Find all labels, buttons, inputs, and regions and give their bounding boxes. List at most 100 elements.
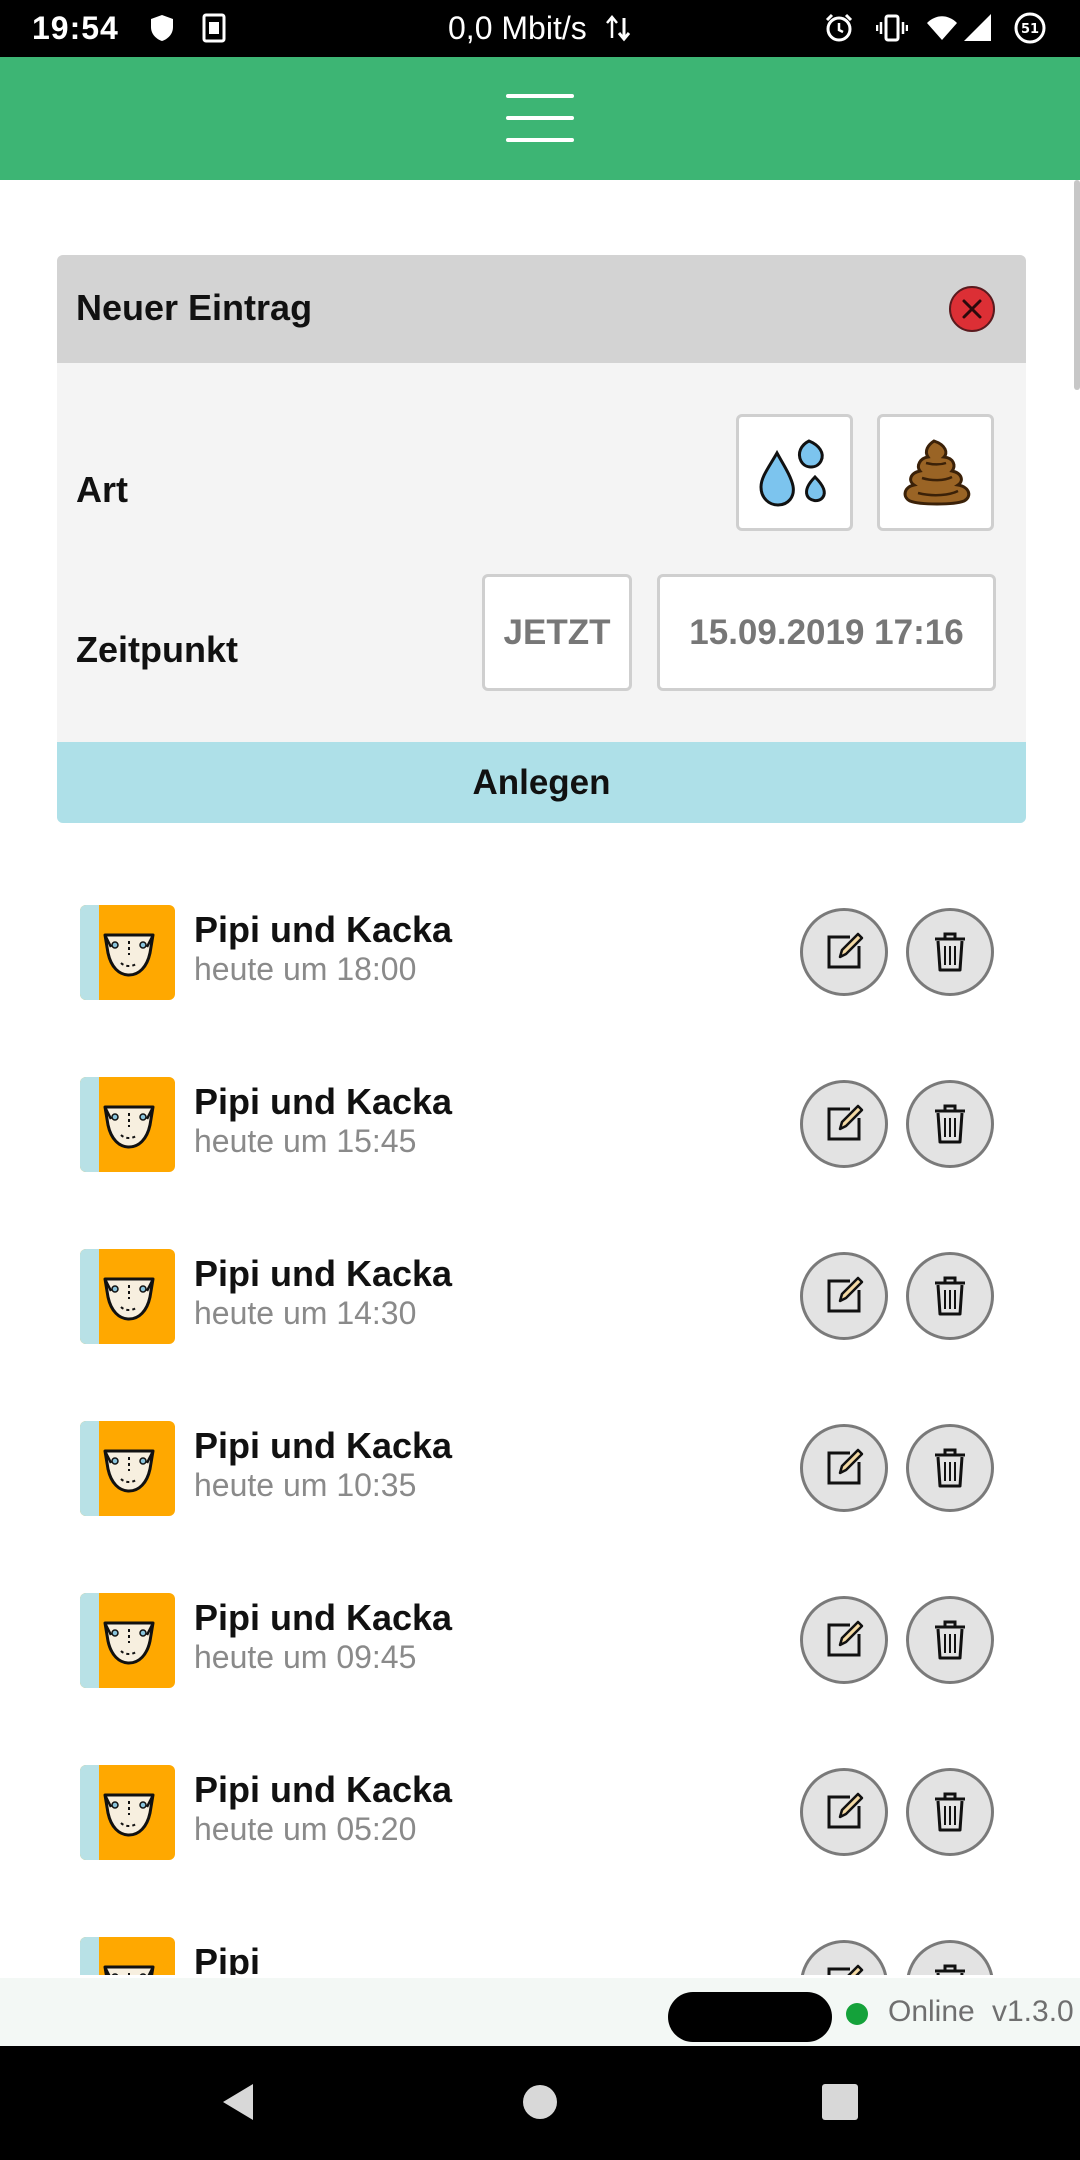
- sim-icon: [202, 13, 226, 43]
- time-label: Zeitpunkt: [76, 629, 238, 670]
- close-button[interactable]: [949, 286, 995, 332]
- online-status-dot: [846, 2003, 868, 2025]
- edit-icon: [827, 1104, 864, 1141]
- poop-type-button[interactable]: [877, 414, 994, 531]
- scrollbar[interactable]: [1074, 180, 1080, 390]
- list-item: Pipi und Kacka heute um 15:45: [0, 1067, 1080, 1239]
- home-icon[interactable]: [510, 2072, 570, 2132]
- entry-time: heute um 10:35: [194, 1467, 417, 1503]
- list-item: Pipi und Kacka heute um 05:20: [0, 1755, 1080, 1927]
- delete-button[interactable]: [906, 1252, 994, 1340]
- now-button[interactable]: JETZT: [482, 574, 632, 691]
- edit-icon: [827, 1792, 864, 1829]
- new-entry-header: Neuer Eintrag: [57, 255, 1026, 363]
- alarm-icon: [825, 13, 853, 42]
- list-item: Pipi: [0, 1927, 1080, 1975]
- delete-button[interactable]: [906, 1080, 994, 1168]
- status-footer: Online v1.3.0: [0, 1978, 1080, 2046]
- entry-title: Pipi und Kacka: [194, 1081, 453, 1122]
- diaper-icon: [103, 1793, 155, 1837]
- system-nav-bar: [0, 2046, 1080, 2160]
- entry-time: heute um 14:30: [194, 1295, 417, 1331]
- entry-title: Pipi und Kacka: [194, 1769, 453, 1810]
- svg-text:51: 51: [1021, 22, 1039, 37]
- entry-type-badge: [80, 1765, 175, 1860]
- app-version: v1.3.0: [992, 1995, 1074, 2028]
- entry-type-badge: [80, 1421, 175, 1516]
- pee-type-button[interactable]: [736, 414, 853, 531]
- diaper-icon: [103, 1105, 155, 1149]
- create-button[interactable]: Anlegen: [57, 742, 1026, 823]
- entry-title: Pipi und Kacka: [194, 1425, 453, 1466]
- trash-icon: [935, 1448, 965, 1488]
- new-entry-panel: Neuer Eintrag Art Zeitpunkt JETZT 15.09.…: [57, 255, 1026, 823]
- new-entry-title: Neuer Eintrag: [76, 287, 313, 328]
- list-item: Pipi und Kacka heute um 10:35: [0, 1411, 1080, 1583]
- data-arrows-icon: [606, 15, 631, 42]
- trash-icon: [935, 932, 965, 972]
- signal-icon: [964, 14, 991, 41]
- entry-title: Pipi und Kacka: [194, 1597, 453, 1638]
- trash-icon: [935, 1620, 965, 1660]
- entry-title: Pipi: [194, 1941, 261, 1975]
- edit-button[interactable]: [800, 1080, 888, 1168]
- entry-time: heute um 15:45: [194, 1123, 417, 1159]
- entry-type-badge: [80, 1249, 175, 1344]
- wifi-icon: [927, 16, 957, 40]
- type-label: Art: [76, 469, 128, 510]
- entry-time: heute um 05:20: [194, 1811, 417, 1847]
- edit-button[interactable]: [800, 908, 888, 996]
- diaper-icon: [103, 1621, 155, 1665]
- list-item: Pipi und Kacka heute um 18:00: [0, 895, 1080, 1067]
- entry-title: Pipi und Kacka: [194, 909, 453, 950]
- shield-icon: [151, 15, 173, 41]
- diaper-icon: [103, 933, 155, 977]
- app-header: [0, 57, 1080, 180]
- edit-icon: [827, 1964, 864, 1975]
- poop-icon: [903, 439, 971, 506]
- redaction-blob: [668, 1992, 832, 2042]
- delete-button[interactable]: [906, 1596, 994, 1684]
- edit-icon: [827, 1276, 864, 1313]
- trash-icon: [935, 1964, 965, 1975]
- back-icon[interactable]: [209, 2072, 269, 2132]
- online-status: Online: [888, 1995, 975, 2028]
- battery-icon: 51: [1014, 12, 1046, 44]
- hamburger-menu-icon[interactable]: [506, 94, 574, 144]
- entry-type-badge: [80, 905, 175, 1000]
- delete-button[interactable]: [906, 908, 994, 996]
- entries-list: Pipi und Kacka heute um 18:00 Pipi und K…: [0, 895, 1080, 1975]
- vibrate-icon: [876, 14, 908, 42]
- edit-icon: [827, 1448, 864, 1485]
- edit-button[interactable]: [800, 1940, 888, 1975]
- entry-type-badge: [80, 1077, 175, 1172]
- diaper-icon: [103, 1965, 155, 1975]
- status-bar: 19:54 0,0 Mbit/s 51: [0, 0, 1080, 57]
- edit-button[interactable]: [800, 1252, 888, 1340]
- entry-title: Pipi und Kacka: [194, 1253, 453, 1294]
- entry-type-badge: [80, 1593, 175, 1688]
- edit-icon: [827, 932, 864, 969]
- list-item: Pipi und Kacka heute um 09:45: [0, 1583, 1080, 1755]
- list-item: Pipi und Kacka heute um 14:30: [0, 1239, 1080, 1411]
- trash-icon: [935, 1792, 965, 1832]
- entry-time: heute um 09:45: [194, 1639, 417, 1675]
- datetime-input[interactable]: 15.09.2019 17:16: [657, 574, 996, 691]
- delete-button[interactable]: [906, 1424, 994, 1512]
- edit-button[interactable]: [800, 1768, 888, 1856]
- trash-icon: [935, 1276, 965, 1316]
- diaper-icon: [103, 1449, 155, 1493]
- status-time: 19:54: [32, 10, 119, 46]
- drops-icon: [759, 439, 826, 507]
- delete-button[interactable]: [906, 1768, 994, 1856]
- edit-icon: [827, 1620, 864, 1657]
- edit-button[interactable]: [800, 1596, 888, 1684]
- edit-button[interactable]: [800, 1424, 888, 1512]
- close-icon: [962, 299, 982, 319]
- trash-icon: [935, 1104, 965, 1144]
- entry-type-badge: [80, 1937, 175, 1975]
- network-speed: 0,0 Mbit/s: [448, 10, 587, 46]
- entry-time: heute um 18:00: [194, 951, 417, 987]
- recents-icon[interactable]: [810, 2072, 870, 2132]
- delete-button[interactable]: [906, 1940, 994, 1975]
